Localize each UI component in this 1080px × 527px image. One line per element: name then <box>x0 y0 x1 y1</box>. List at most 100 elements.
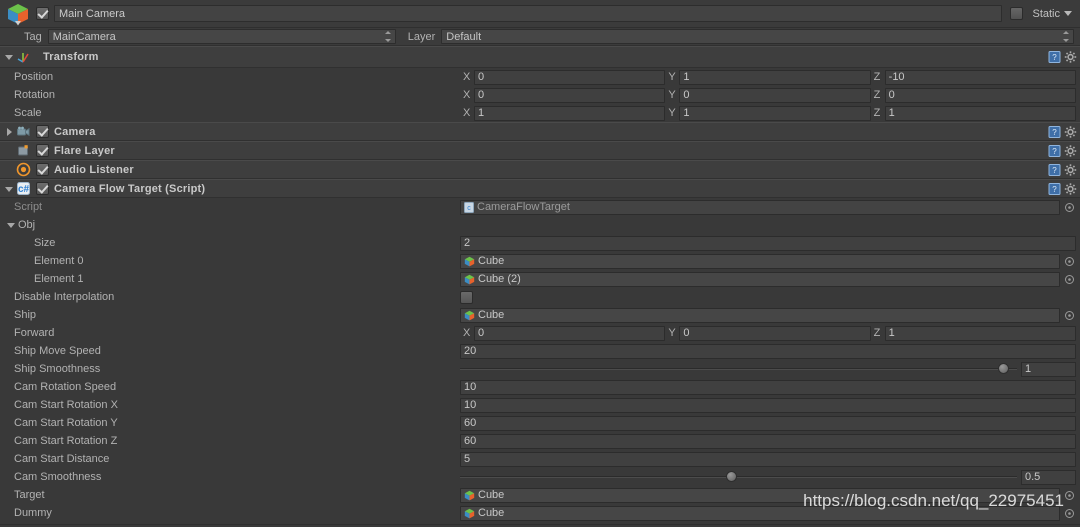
script-object-field[interactable]: c CameraFlowTarget <box>460 199 1060 215</box>
scale-z-input[interactable]: 1 <box>884 105 1076 121</box>
svg-text:?: ? <box>1052 185 1057 194</box>
position-z-input[interactable]: -10 <box>884 69 1076 85</box>
slider-track <box>460 368 1017 370</box>
cam-start-rotation-x-field: 10 <box>460 397 1080 413</box>
audio-listener-enabled-checkbox[interactable] <box>36 163 49 176</box>
obj-array-foldout-row[interactable]: Obj <box>0 216 1080 234</box>
dummy-object-field[interactable]: Cube <box>460 505 1060 521</box>
obj-array-element-1-picker-icon[interactable] <box>1063 273 1076 286</box>
transform-position-row: Position X0 Y1 Z -10 <box>0 68 1080 86</box>
obj-array-foldout-icon[interactable] <box>6 219 18 231</box>
obj-array-element-0-object-field[interactable]: Cube <box>460 253 1060 269</box>
position-x[interactable]: X0 <box>460 69 666 85</box>
scale-y[interactable]: Y1 <box>665 105 871 121</box>
cam-smoothness-label: Cam Smoothness <box>14 471 102 483</box>
position-y[interactable]: Y1 <box>665 69 871 85</box>
flare-layer-enabled-checkbox[interactable] <box>36 144 49 157</box>
scale-x-input[interactable]: 1 <box>474 105 666 121</box>
component-header-audio-listener[interactable]: Audio Listener ? <box>0 160 1080 179</box>
cube-mini-icon <box>464 490 475 501</box>
help-book-icon[interactable]: ? <box>1048 125 1061 138</box>
obj-array-element-0-row: Element 0 Cube <box>0 252 1080 270</box>
camera-flow-target-foldout-icon[interactable] <box>4 183 16 195</box>
help-book-icon[interactable]: ? <box>1048 163 1061 176</box>
position-z[interactable]: Z -10 <box>871 69 1076 85</box>
ship-smoothness-value[interactable]: 1 <box>1021 361 1076 377</box>
gear-icon[interactable] <box>1064 182 1077 195</box>
ship-smoothness-field: 1 <box>460 361 1080 377</box>
component-header-camera[interactable]: Camera ? <box>0 122 1080 141</box>
svg-text:c#: c# <box>18 184 30 195</box>
rotation-z[interactable]: Z0 <box>871 87 1076 103</box>
disable-interpolation-checkbox[interactable] <box>460 290 473 304</box>
scale-x[interactable]: X1 <box>460 105 666 121</box>
axis-y-label: Y <box>668 89 676 101</box>
obj-array-size-input[interactable]: 2 <box>460 235 1076 251</box>
cam-start-distance-input[interactable]: 5 <box>460 451 1076 467</box>
static-toggle-group[interactable]: Static <box>1010 7 1074 20</box>
help-book-icon[interactable]: ? <box>1048 51 1061 64</box>
tag-dropdown[interactable]: MainCamera <box>47 29 396 44</box>
gear-icon[interactable] <box>1064 51 1077 64</box>
gear-icon[interactable] <box>1064 144 1077 157</box>
cam-start-rotation-x-input[interactable]: 10 <box>460 397 1076 413</box>
help-book-icon[interactable]: ? <box>1048 182 1061 195</box>
forward-x[interactable]: X0 <box>460 325 666 341</box>
help-book-icon[interactable]: ? <box>1048 144 1061 157</box>
camera-enabled-checkbox[interactable] <box>36 125 49 138</box>
target-object-field[interactable]: Cube <box>460 487 1060 503</box>
position-y-input[interactable]: 1 <box>679 69 871 85</box>
gear-icon[interactable] <box>1064 163 1077 176</box>
cam-smoothness-slider-group[interactable]: 0.5 <box>460 469 1076 485</box>
gear-icon[interactable] <box>1064 125 1077 138</box>
rotation-x-input[interactable]: 0 <box>474 87 666 103</box>
camera-flow-target-enabled-checkbox[interactable] <box>36 182 49 195</box>
transform-foldout-icon[interactable] <box>4 51 16 63</box>
forward-z-input[interactable]: 1 <box>884 325 1076 341</box>
dummy-object-picker-icon[interactable] <box>1063 507 1076 520</box>
layer-dropdown[interactable]: Default <box>441 29 1074 44</box>
ship-smoothness-slider-group[interactable]: 1 <box>460 361 1076 377</box>
cam-start-rotation-y-row: Cam Start Rotation Y 60 <box>0 414 1080 432</box>
rotation-y[interactable]: Y0 <box>665 87 871 103</box>
scale-y-input[interactable]: 1 <box>679 105 871 121</box>
chevron-down-icon[interactable] <box>1064 11 1072 16</box>
slider-thumb[interactable] <box>997 363 1009 374</box>
inspector-panel: Main Camera Static Tag MainCamera Layer … <box>0 0 1080 527</box>
component-header-camera-flow-target[interactable]: c# Camera Flow Target (Script) ? <box>0 179 1080 198</box>
object-enabled-checkbox[interactable] <box>36 7 49 20</box>
forward-z[interactable]: Z1 <box>871 325 1076 341</box>
ship-object-picker-icon[interactable] <box>1063 309 1076 322</box>
cam-start-rotation-y-label: Cam Start Rotation Y <box>14 417 118 429</box>
component-header-transform[interactable]: Transform ? <box>0 46 1080 68</box>
ship-smoothness-slider[interactable] <box>460 362 1017 376</box>
ship-move-speed-label: Ship Move Speed <box>14 345 101 357</box>
target-object-picker-icon[interactable] <box>1063 489 1076 502</box>
cam-smoothness-value[interactable]: 0.5 <box>1021 469 1076 485</box>
cam-rotation-speed-input[interactable]: 10 <box>460 379 1076 395</box>
object-name-field[interactable]: Main Camera <box>54 5 1003 22</box>
forward-label: Forward <box>14 327 55 339</box>
camera-foldout-icon[interactable] <box>4 126 16 138</box>
ship-object-field[interactable]: Cube <box>460 307 1060 323</box>
obj-array-element-1-object-field[interactable]: Cube (2) <box>460 271 1060 287</box>
cam-smoothness-slider[interactable] <box>460 470 1017 484</box>
forward-y-input[interactable]: 0 <box>679 325 871 341</box>
rotation-x[interactable]: X0 <box>460 87 666 103</box>
slider-thumb[interactable] <box>725 471 737 482</box>
position-label: Position <box>14 71 54 83</box>
cam-start-rotation-z-input[interactable]: 60 <box>460 433 1076 449</box>
cam-start-rotation-y-input[interactable]: 60 <box>460 415 1076 431</box>
script-object-picker-icon[interactable] <box>1063 201 1076 214</box>
scale-z[interactable]: Z1 <box>871 105 1076 121</box>
forward-x-input[interactable]: 0 <box>474 325 666 341</box>
rotation-z-input[interactable]: 0 <box>884 87 1076 103</box>
static-checkbox[interactable] <box>1010 7 1024 20</box>
forward-y[interactable]: Y0 <box>665 325 871 341</box>
position-x-input[interactable]: 0 <box>474 69 666 85</box>
component-header-flare-layer[interactable]: Flare Layer ? <box>0 141 1080 160</box>
flare-layer-icon <box>16 143 31 158</box>
obj-array-element-0-picker-icon[interactable] <box>1063 255 1076 268</box>
ship-move-speed-input[interactable]: 20 <box>460 343 1076 359</box>
rotation-y-input[interactable]: 0 <box>679 87 871 103</box>
